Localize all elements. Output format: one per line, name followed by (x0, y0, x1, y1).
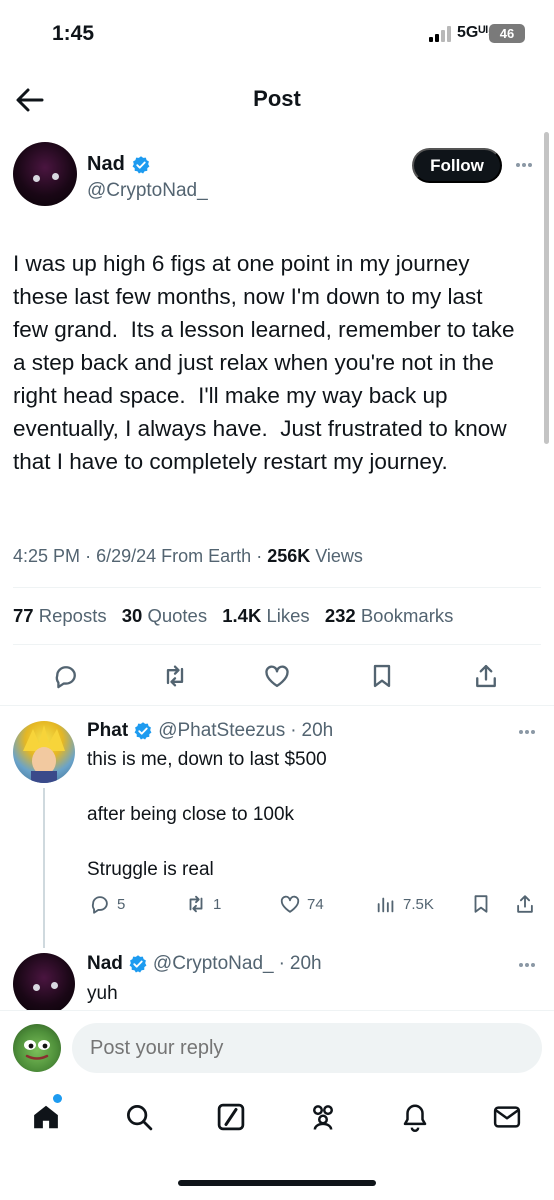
avatar-art (24, 1040, 50, 1060)
share-icon (517, 895, 533, 913)
post-time: 4:25 PM (13, 546, 81, 566)
reply-like-action[interactable]: 74 (279, 893, 324, 915)
reply-header: Nad @CryptoNad_ · 20h (87, 953, 322, 975)
reply-composer (0, 1010, 554, 1085)
reply-actions: 5 1 74 7.5K (0, 893, 554, 923)
reply-views-action[interactable]: 7.5K (375, 893, 434, 915)
messages-icon[interactable] (492, 1102, 522, 1132)
battery-icon: 46 (489, 24, 525, 43)
reply-author-name[interactable]: Phat (87, 720, 128, 742)
reply-count: 5 (117, 895, 126, 913)
home-icon[interactable] (31, 1102, 61, 1132)
post-metadata: 4:25 PM · 6/29/24 From Earth · 256K View… (13, 546, 363, 566)
signal-icon (429, 26, 451, 42)
quotes-stat[interactable]: 30 Quotes (122, 605, 207, 626)
reply-reply-action[interactable]: 5 (89, 893, 125, 915)
avatar-art (23, 725, 65, 783)
like-count: 74 (307, 895, 324, 913)
views-count: 256K (267, 546, 311, 566)
communities-icon[interactable] (308, 1102, 338, 1132)
home-notification-dot (53, 1094, 62, 1103)
reply-author-handle[interactable]: @PhatSteezus (158, 720, 285, 742)
more-options-icon[interactable] (518, 729, 536, 735)
follow-button[interactable]: Follow (412, 148, 502, 183)
scrollbar[interactable] (544, 132, 549, 444)
post-text: I was up high 6 figs at one point in my … (13, 251, 521, 474)
reply-repost-action[interactable]: 1 (185, 893, 221, 915)
author-handle[interactable]: @CryptoNad_ (87, 180, 208, 202)
divider (13, 587, 541, 588)
reply-text-line: yuh (87, 983, 118, 1004)
my-avatar[interactable] (13, 1024, 61, 1072)
likes-stat[interactable]: 1.4K Likes (222, 605, 309, 626)
bookmarks-stat[interactable]: 232 Bookmarks (325, 605, 454, 626)
reply-author-name[interactable]: Nad (87, 953, 123, 975)
reply-avatar[interactable] (13, 721, 75, 783)
page-title: Post (253, 86, 301, 111)
reply-bookmark-action[interactable] (470, 893, 492, 915)
reply-text-line: after being close to 100k (87, 804, 295, 825)
post-stats: 77 Reposts 30 Quotes 1.4K Likes 232 Book… (13, 605, 453, 627)
reply-text-line: this is me, down to last $500 (87, 749, 327, 770)
like-icon (280, 895, 300, 913)
verified-badge-icon (134, 722, 152, 740)
home-indicator (178, 1180, 376, 1186)
verified-badge-icon (129, 955, 147, 973)
notifications-bell-icon[interactable] (400, 1102, 430, 1132)
author-name-row[interactable]: Nad (87, 153, 151, 176)
top-nav: Post (0, 70, 554, 130)
verified-badge-icon (132, 155, 150, 173)
bookmark-icon[interactable] (368, 662, 396, 690)
views-count: 7.5K (403, 895, 434, 913)
grok-icon[interactable] (216, 1102, 246, 1132)
post-source: From Earth (161, 546, 252, 566)
thread-connector (43, 788, 45, 948)
reposts-stat[interactable]: 77 Reposts (13, 605, 107, 626)
divider (0, 705, 554, 706)
more-options-icon[interactable] (515, 162, 533, 168)
reply-text-line: Struggle is real (87, 859, 214, 880)
author-name[interactable]: Nad (87, 153, 125, 176)
bottom-tab-bar (0, 1088, 554, 1148)
repost-icon[interactable] (161, 662, 189, 690)
post-date: 6/29/24 (96, 546, 157, 566)
reply-input[interactable] (72, 1023, 542, 1073)
reply-icon[interactable] (52, 662, 80, 690)
repost-icon (189, 895, 203, 913)
views-chart-icon (377, 897, 394, 913)
like-icon[interactable] (263, 662, 291, 690)
post-author: Nad @CryptoNad_ (87, 153, 208, 202)
reply-author-handle[interactable]: @CryptoNad_ (153, 953, 274, 975)
post-actions (0, 660, 554, 692)
repost-count: 1 (213, 895, 222, 913)
reply-header: Phat @PhatSteezus · 20h (87, 720, 334, 742)
divider (13, 644, 541, 645)
reply-age: 20h (289, 953, 322, 974)
author-avatar[interactable] (13, 142, 77, 206)
reply-icon (91, 896, 108, 914)
status-bar: 1:45 5Gᵁᴵᴞ 46 (0, 0, 554, 70)
search-icon[interactable] (124, 1102, 154, 1132)
reply-avatar[interactable] (13, 953, 75, 1015)
share-icon[interactable] (472, 662, 500, 690)
bookmark-icon (474, 895, 488, 913)
more-options-icon[interactable] (518, 962, 536, 968)
status-time: 1:45 (52, 22, 95, 45)
views-label: Views (315, 546, 363, 566)
reply-age: 20h (301, 720, 334, 741)
reply-share-action[interactable] (514, 893, 536, 915)
